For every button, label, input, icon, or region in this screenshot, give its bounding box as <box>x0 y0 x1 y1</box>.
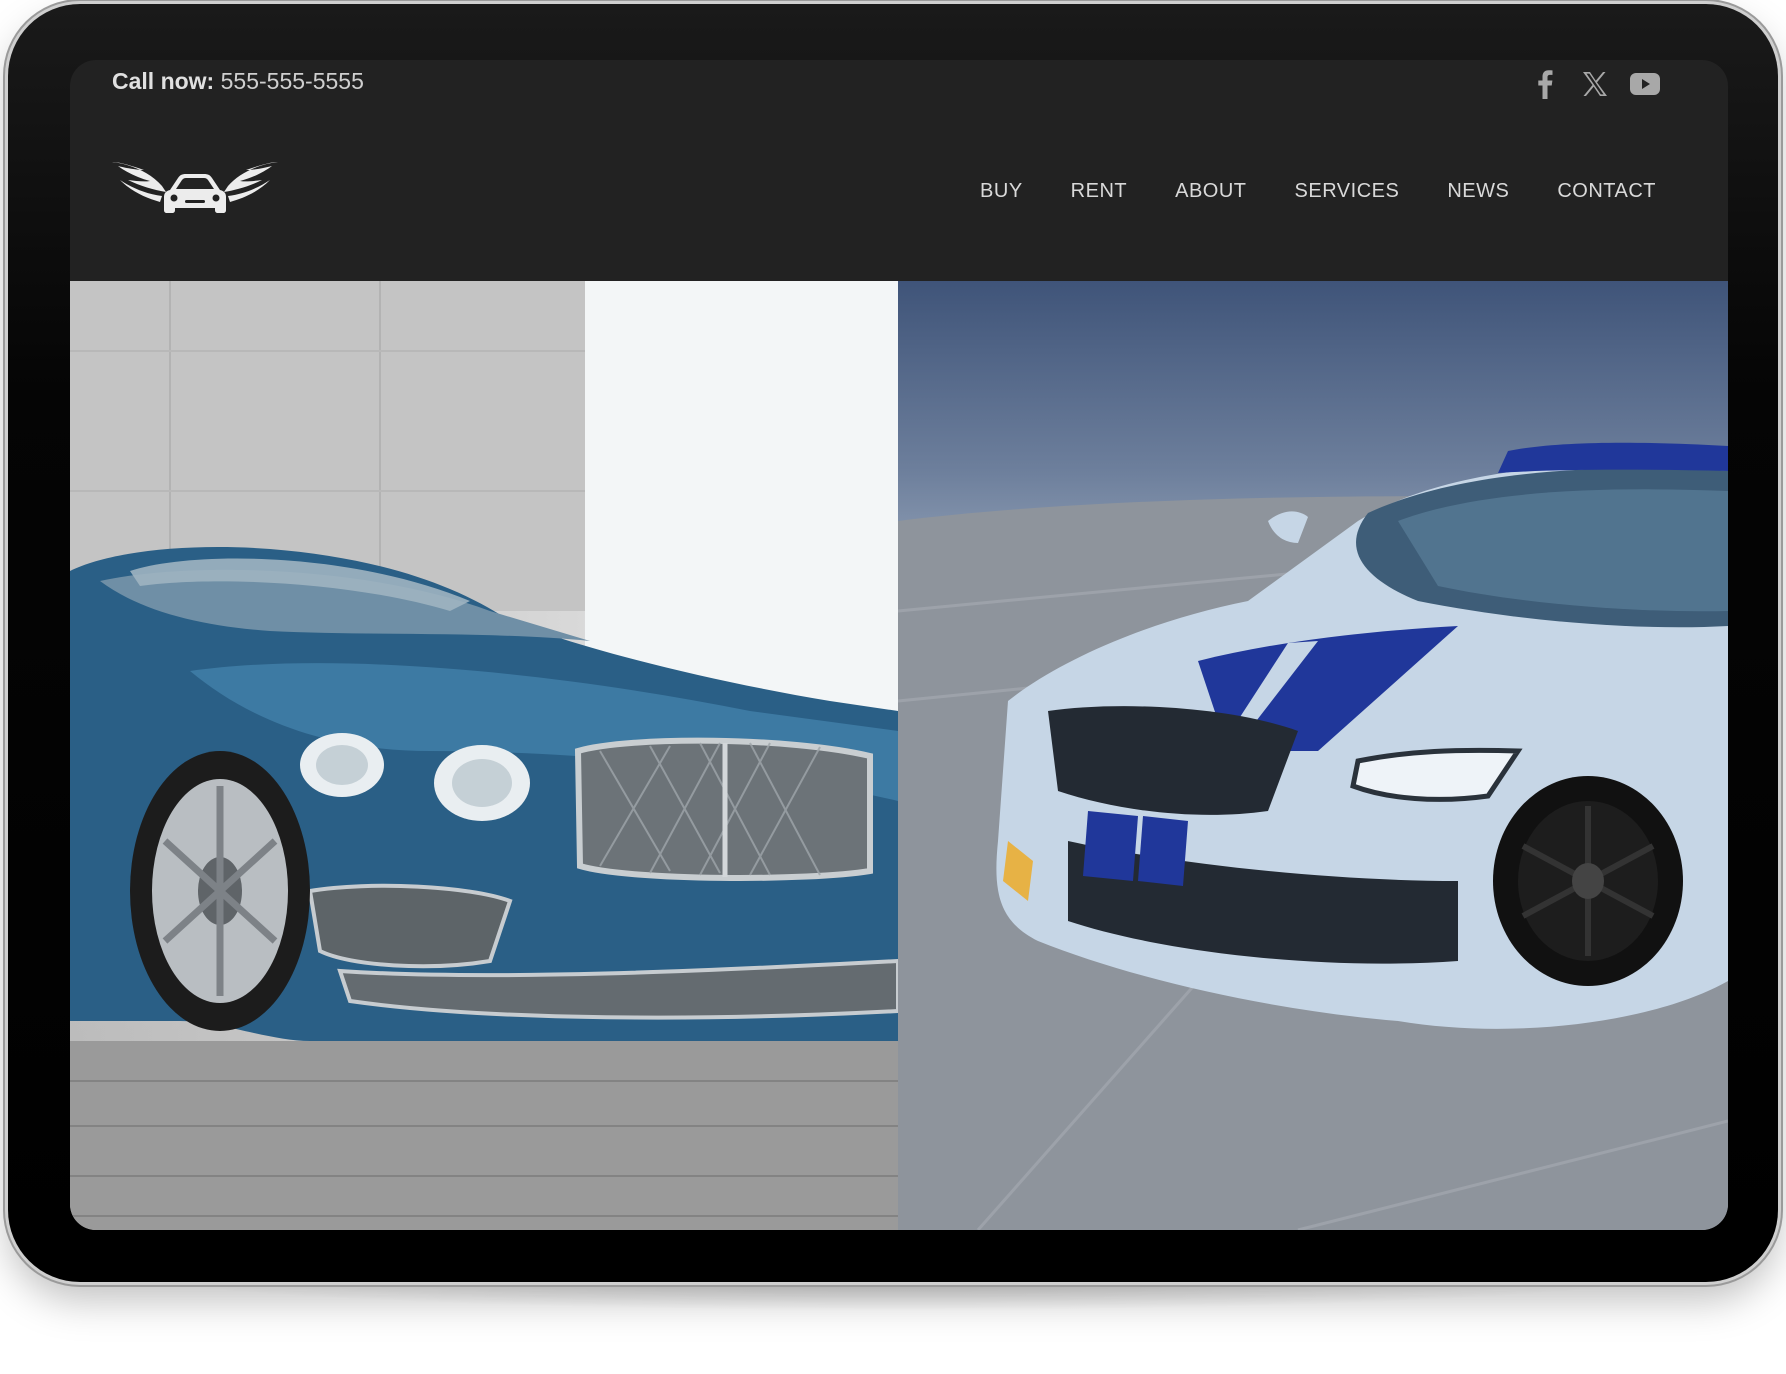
x-icon[interactable] <box>1580 68 1610 100</box>
hero-section <box>70 281 1728 1230</box>
social-links <box>1530 68 1660 100</box>
nav-item-contact[interactable]: CONTACT <box>1509 180 1656 203</box>
phone-number[interactable]: 555-555-5555 <box>221 68 364 94</box>
nav-item-services[interactable]: SERVICES <box>1247 180 1400 203</box>
top-bar: Call now: 555-555-5555 <box>70 60 1728 120</box>
nav-item-about[interactable]: ABOUT <box>1127 180 1246 203</box>
facebook-icon[interactable] <box>1530 68 1560 100</box>
call-now: Call now: 555-555-5555 <box>112 68 364 95</box>
white-striped-sports-car-photo <box>898 281 1728 1230</box>
nav-item-news[interactable]: NEWS <box>1399 180 1509 203</box>
blue-convertible-photo <box>70 281 898 1230</box>
youtube-icon[interactable] <box>1630 68 1660 100</box>
call-now-label: Call now: <box>112 68 215 94</box>
tablet-screen: Call now: 555-555-5555 BUY RENT ABOUT SE… <box>70 60 1728 1230</box>
nav-item-rent[interactable]: RENT <box>1023 180 1127 203</box>
main-nav: BUY RENT ABOUT SERVICES NEWS CONTACT <box>932 180 1656 203</box>
tablet-frame: Call now: 555-555-5555 BUY RENT ABOUT SE… <box>8 4 1778 1282</box>
nav-item-buy[interactable]: BUY <box>932 180 1023 203</box>
winged-car-logo[interactable] <box>110 150 280 225</box>
